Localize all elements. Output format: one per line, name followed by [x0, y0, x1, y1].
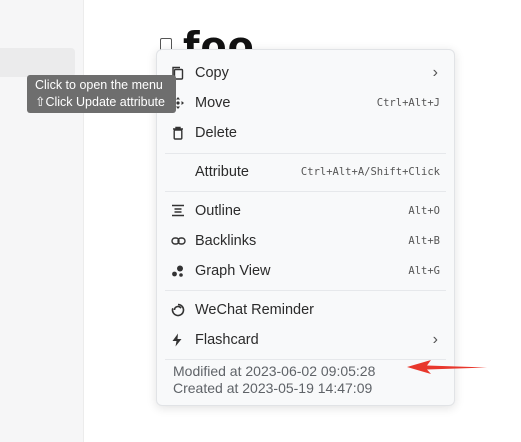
- menu-divider: [165, 359, 446, 360]
- menu-item-move[interactable]: Move Ctrl+Alt+J: [165, 89, 446, 117]
- menu-item-outline[interactable]: Outline Alt+O: [165, 197, 446, 225]
- outline-icon: [171, 197, 193, 225]
- chevron-right-icon: ›: [432, 64, 438, 81]
- menu-item-attribute[interactable]: Attribute Ctrl+Alt+A/Shift+Click: [165, 158, 446, 186]
- bolt-icon: [171, 326, 193, 354]
- menu-item-label: Backlinks: [195, 233, 257, 249]
- tooltip-line-2: ⇧Click Update attribute: [35, 95, 165, 109]
- chevron-right-icon: ›: [432, 331, 438, 348]
- menu-divider: [165, 290, 446, 291]
- menu-item-label: Delete: [195, 125, 237, 141]
- shortcut-label: Alt+B: [408, 235, 440, 247]
- menu-item-label: WeChat Reminder: [195, 302, 315, 318]
- menu-item-label: Copy: [195, 65, 229, 81]
- menu-divider: [165, 153, 446, 154]
- menu-divider: [165, 191, 446, 192]
- modified-timestamp: Modified at 2023-06-02 09:05:28: [173, 363, 376, 379]
- menu-item-label: Flashcard: [195, 332, 259, 348]
- menu-item-label: Outline: [195, 203, 241, 219]
- menu-item-label: Move: [195, 95, 231, 111]
- menu-item-flashcard[interactable]: Flashcard ›: [165, 326, 446, 354]
- menu-item-wechat-reminder[interactable]: WeChat Reminder: [165, 296, 446, 324]
- created-timestamp: Created at 2023-05-19 14:47:09: [173, 380, 373, 396]
- tooltip: Click to open the menu ⇧Click Update att…: [27, 75, 176, 113]
- menu-item-copy[interactable]: Copy ›: [165, 59, 446, 87]
- shortcut-label: Alt+G: [408, 265, 440, 277]
- menu-item-backlinks[interactable]: Backlinks Alt+B: [165, 227, 446, 255]
- menu-item-delete[interactable]: Delete: [165, 119, 446, 147]
- sidebar: [0, 0, 84, 442]
- menu-item-label: Graph View: [195, 263, 271, 279]
- sidebar-selected-item[interactable]: [0, 48, 75, 77]
- menu-item-graph-view[interactable]: Graph View Alt+G: [165, 257, 446, 285]
- graph-icon: [171, 257, 193, 285]
- shortcut-label: Ctrl+Alt+A/Shift+Click: [300, 166, 440, 178]
- trash-icon: [171, 119, 193, 147]
- wechat-icon: [171, 296, 193, 324]
- context-menu: Copy › Move Ctrl+Alt+J Delete Attribute …: [156, 49, 455, 406]
- menu-item-label: Attribute: [195, 164, 249, 180]
- shortcut-label: Ctrl+Alt+J: [376, 97, 440, 109]
- link-icon: [171, 227, 193, 255]
- shortcut-label: Alt+O: [408, 205, 440, 217]
- annotation-arrow-icon: [407, 360, 487, 374]
- tooltip-line-1: Click to open the menu: [35, 78, 163, 92]
